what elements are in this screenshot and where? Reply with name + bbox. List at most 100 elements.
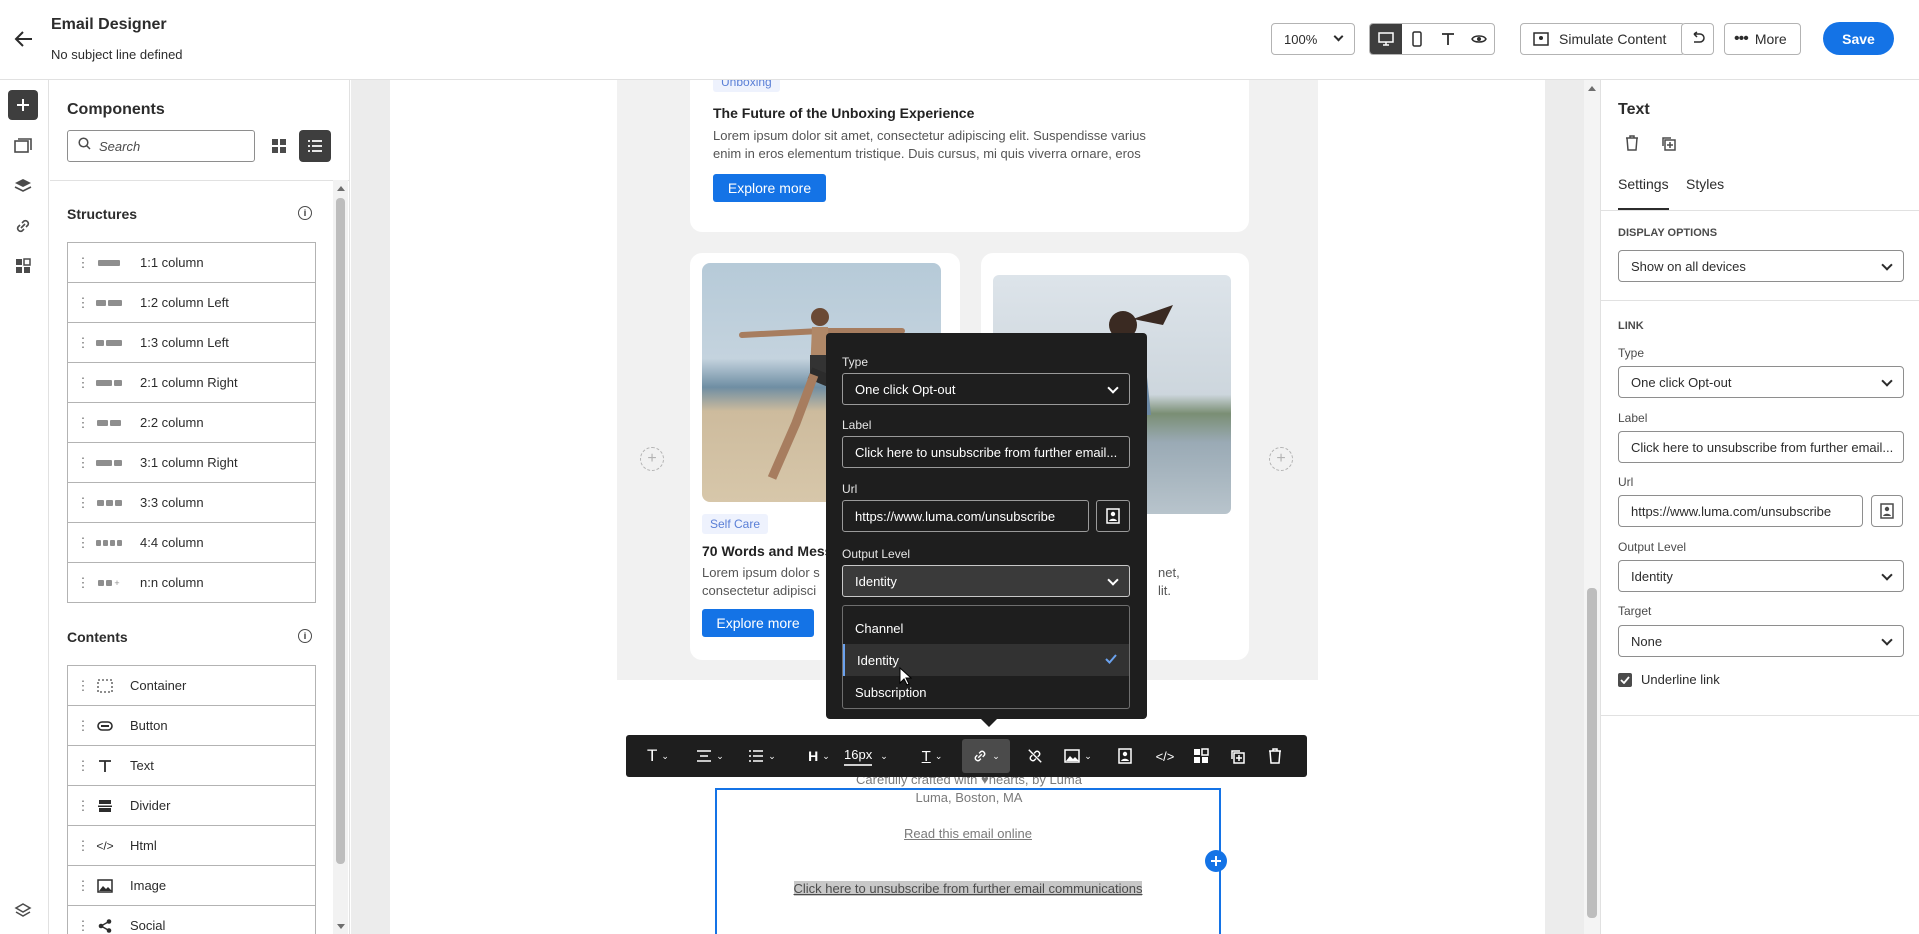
drag-handle-icon[interactable]: ⋮: [74, 535, 90, 551]
layer-settings-icon[interactable]: [10, 898, 36, 924]
content-item-social[interactable]: ⋮ Social: [67, 905, 316, 934]
content-item-html[interactable]: ⋮ </> Html: [67, 825, 316, 866]
type-select[interactable]: One click Opt-out: [1618, 366, 1904, 398]
heading-dropdown[interactable]: H ⌄: [802, 735, 836, 777]
fragment-button[interactable]: [1186, 735, 1216, 777]
selected-text-block[interactable]: [715, 788, 1221, 934]
personalization-button[interactable]: [1110, 735, 1140, 777]
personalization-icon[interactable]: [1871, 495, 1903, 527]
assets-icon[interactable]: [10, 133, 36, 159]
explore-more-button[interactable]: Explore more: [713, 174, 826, 202]
list-dropdown[interactable]: ⌄: [742, 735, 782, 777]
trash-icon[interactable]: [1625, 135, 1639, 156]
text-style-dropdown[interactable]: T ⌄: [638, 735, 678, 777]
structure-item[interactable]: ⋮ 1:1 column: [67, 242, 316, 283]
simulate-content-button[interactable]: Simulate Content: [1520, 23, 1685, 55]
content-item-container[interactable]: ⋮ Container: [67, 665, 316, 706]
drag-handle-icon[interactable]: ⋮: [74, 878, 90, 894]
duplicate-button[interactable]: [1222, 735, 1252, 777]
tab-settings[interactable]: Settings: [1618, 176, 1669, 210]
delete-button[interactable]: [1260, 735, 1290, 777]
option-channel[interactable]: Channel: [843, 612, 1129, 644]
structure-item[interactable]: ⋮ 2:1 column Right: [67, 362, 316, 403]
article-card-1[interactable]: Unboxing The Future of the Unboxing Expe…: [690, 80, 1249, 232]
unsubscribe-link[interactable]: Click here to unsubscribe from further e…: [715, 880, 1221, 898]
output-level-select[interactable]: Identity: [1618, 560, 1904, 592]
layers-icon[interactable]: [10, 173, 36, 199]
contents-info-icon[interactable]: i: [298, 629, 312, 643]
image-dropdown[interactable]: ⌄: [1058, 735, 1098, 777]
panel-scrollbar[interactable]: [333, 180, 348, 934]
drag-handle-icon[interactable]: ⋮: [74, 335, 90, 351]
content-item-divider[interactable]: ⋮ Divider: [67, 785, 316, 826]
desktop-view-icon[interactable]: [1370, 24, 1402, 54]
explore-more-button[interactable]: Explore more: [702, 609, 814, 637]
html-source-button[interactable]: </>: [1150, 735, 1180, 777]
grid-view-icon[interactable]: [266, 133, 292, 159]
popup-output-select[interactable]: Identity: [842, 565, 1130, 597]
add-structure-left-icon[interactable]: +: [640, 447, 664, 471]
popup-label-input[interactable]: Click here to unsubscribe from further e…: [842, 436, 1130, 468]
duplicate-icon[interactable]: [1660, 135, 1676, 156]
font-size-dropdown[interactable]: 16px ⌄: [844, 735, 900, 777]
align-dropdown[interactable]: ⌄: [690, 735, 730, 777]
text-color-dropdown[interactable]: T ⌄: [912, 735, 952, 777]
content-item-text[interactable]: ⋮ Text: [67, 745, 316, 786]
content-item-image[interactable]: ⋮ Image: [67, 865, 316, 906]
drag-handle-icon[interactable]: ⋮: [74, 295, 90, 311]
structures-info-icon[interactable]: i: [298, 206, 312, 220]
canvas-vertical-scrollbar[interactable]: [1584, 80, 1600, 934]
save-button[interactable]: Save: [1823, 22, 1894, 55]
structure-item[interactable]: ⋮ + n:n column: [67, 562, 316, 603]
option-identity[interactable]: Identity: [843, 644, 1129, 676]
label-input[interactable]: Click here to unsubscribe from further e…: [1618, 431, 1904, 463]
drag-handle-icon[interactable]: ⋮: [74, 255, 90, 271]
footer-read-online-link[interactable]: Read this email online: [715, 826, 1221, 841]
more-button[interactable]: ••• More: [1724, 23, 1801, 55]
target-select[interactable]: None: [1618, 625, 1904, 657]
drag-handle-icon[interactable]: ⋮: [74, 918, 90, 934]
fragments-icon[interactable]: [10, 253, 36, 279]
structure-item[interactable]: ⋮ 4:4 column: [67, 522, 316, 563]
content-item-button[interactable]: ⋮ Button: [67, 705, 316, 746]
add-icon[interactable]: [8, 90, 38, 120]
drag-handle-icon[interactable]: ⋮: [74, 758, 90, 774]
mobile-view-icon[interactable]: [1402, 24, 1433, 54]
search-input[interactable]: Search: [67, 130, 255, 162]
drag-handle-icon[interactable]: ⋮: [74, 455, 90, 471]
insert-link-dropdown[interactable]: ⌄: [962, 739, 1010, 773]
scroll-up-arrow-icon[interactable]: [337, 186, 345, 191]
display-select[interactable]: Show on all devices: [1618, 250, 1904, 282]
back-arrow-icon[interactable]: [12, 27, 36, 51]
add-block-icon[interactable]: [1205, 850, 1227, 872]
popup-url-input[interactable]: https://www.luma.com/unsubscribe: [842, 500, 1089, 532]
link-icon[interactable]: [10, 213, 36, 239]
structure-item[interactable]: ⋮ 1:3 column Left: [67, 322, 316, 363]
drag-handle-icon[interactable]: ⋮: [74, 678, 90, 694]
popup-personalize-button[interactable]: [1096, 500, 1130, 532]
scroll-down-arrow-icon[interactable]: [337, 924, 345, 929]
drag-handle-icon[interactable]: ⋮: [74, 575, 90, 591]
structure-item[interactable]: ⋮ 3:3 column: [67, 482, 316, 523]
structure-item[interactable]: ⋮ 2:2 column: [67, 402, 316, 443]
list-view-icon[interactable]: [299, 130, 331, 162]
drag-handle-icon[interactable]: ⋮: [74, 718, 90, 734]
unlink-button[interactable]: [1020, 735, 1050, 777]
tab-styles[interactable]: Styles: [1686, 176, 1724, 210]
canvas-scroll-thumb[interactable]: [1587, 588, 1597, 918]
add-structure-right-icon[interactable]: +: [1269, 447, 1293, 471]
undo-button[interactable]: [1681, 23, 1714, 55]
option-subscription[interactable]: Subscription: [843, 676, 1129, 708]
drag-handle-icon[interactable]: ⋮: [74, 798, 90, 814]
underline-checkbox[interactable]: [1618, 673, 1632, 687]
structure-item[interactable]: ⋮ 3:1 column Right: [67, 442, 316, 483]
scroll-thumb[interactable]: [336, 198, 345, 864]
text-view-icon[interactable]: [1433, 24, 1464, 54]
scroll-up-arrow-icon[interactable]: [1588, 86, 1596, 91]
drag-handle-icon[interactable]: ⋮: [74, 415, 90, 431]
popup-type-select[interactable]: One click Opt-out: [842, 373, 1130, 405]
zoom-select[interactable]: 100%: [1271, 23, 1355, 55]
drag-handle-icon[interactable]: ⋮: [74, 838, 90, 854]
preview-eye-icon[interactable]: [1463, 24, 1494, 54]
url-input[interactable]: https://www.luma.com/unsubscribe: [1618, 495, 1863, 527]
